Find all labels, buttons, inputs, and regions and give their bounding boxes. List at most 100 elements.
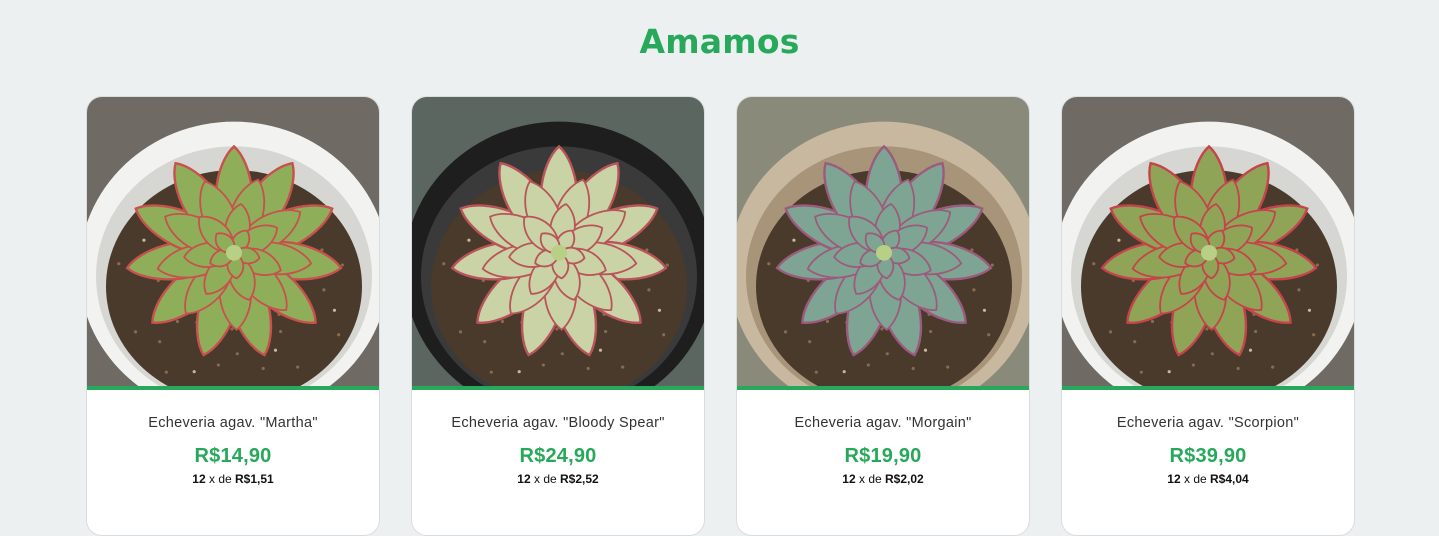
soil-grain [1315,263,1319,267]
installment-info: 12 x de R$1,51 [87,472,379,486]
soil-grain [866,363,870,367]
succulent-photo [1062,97,1354,386]
soil-grain [647,288,651,292]
soil-grain [1271,365,1275,369]
soil-grain [1167,370,1171,374]
soil-grain [517,370,521,374]
soil-grain [337,333,341,337]
product-card[interactable]: Echeveria agav. "Morgain" R$19,90 12 x d… [736,96,1030,536]
product-card[interactable]: Echeveria agav. "Martha" R$14,90 12 x de… [86,96,380,536]
soil-grain [1312,333,1316,337]
soil-grain [825,319,830,324]
soil-grain [1307,308,1312,312]
soil-grain [665,263,669,267]
soil-grain [990,263,994,267]
soil-grain [767,262,771,266]
product-image[interactable] [737,97,1029,390]
soil-grain [164,370,168,374]
soil-grain [1150,319,1155,324]
installment-info: 12 x de R$2,52 [412,472,704,486]
product-grid: Echeveria agav. "Martha" R$14,90 12 x de… [86,96,1355,536]
photo-layers [412,97,704,386]
soil-grain [657,308,662,312]
installment-value: R$4,04 [1210,472,1249,486]
soil-grain [296,365,300,369]
soil-grain [1133,340,1137,344]
soil-grain [1191,363,1195,367]
soil-grain [158,340,162,344]
soil-grain [982,308,987,312]
soil-grain [783,330,788,334]
soil-grain [142,238,146,242]
soil-grain [929,329,933,334]
product-price: R$19,90 [844,445,922,467]
rosette-center [226,244,242,261]
installment-info: 12 x de R$4,04 [1062,472,1354,486]
installment-count: 12 [192,472,206,486]
product-card[interactable]: Echeveria agav. "Bloody Spear" R$24,90 1… [411,96,705,536]
soil-grain [467,238,471,242]
soil-grain [987,333,991,337]
soil-grain [792,238,796,242]
soil-grain [322,288,326,292]
soil-grain [500,319,505,324]
soil-grain [489,370,493,374]
soil-grain [1254,329,1258,334]
product-image[interactable] [87,97,379,390]
product-card[interactable]: Echeveria agav. "Scorpion" R$39,90 12 x … [1061,96,1355,536]
soil-grain [483,340,487,344]
product-image[interactable] [412,97,704,390]
soil-grain [1210,352,1214,356]
soil-grain [923,348,928,352]
succulent-photo [412,97,704,386]
rosette-center [1201,244,1217,261]
photo-layers [87,97,379,386]
soil-grain [273,348,278,352]
soil-grain [175,319,180,324]
soil-grain [541,363,545,367]
installment-value: R$2,02 [885,472,924,486]
soil-grain [885,352,889,356]
soil-grain [442,262,446,266]
soil-grain [235,352,239,356]
soil-grain [808,340,812,344]
installment-connector: x de [208,472,232,486]
rosette-center [876,244,892,261]
product-price: R$24,90 [519,445,597,467]
photo-layers [737,97,1029,386]
soil-grain [946,365,950,369]
installment-value: R$1,51 [235,472,274,486]
installment-connector: x de [533,472,557,486]
soil-grain [340,263,344,267]
soil-grain [332,308,337,312]
soil-grain [662,333,666,337]
installment-connector: x de [858,472,882,486]
soil-grain [1297,288,1301,292]
installment-count: 12 [517,472,531,486]
product-name[interactable]: Echeveria agav. "Bloody Spear" [412,415,704,431]
soil-grain [560,352,564,356]
soil-grain [911,366,915,371]
soil-grain [842,370,846,374]
soil-grain [1108,330,1113,334]
photo-layers [1062,97,1354,386]
rosette-center [551,244,567,261]
soil-grain [586,366,590,371]
soil-grain [621,365,625,369]
soil-grain [604,329,608,334]
soil-grain [1139,370,1143,374]
soil-grain [458,330,463,334]
soil-grain [192,370,196,374]
product-name[interactable]: Echeveria agav. "Morgain" [737,415,1029,431]
soil-grain [1248,348,1253,352]
soil-grain [972,288,976,292]
installment-count: 12 [842,472,856,486]
installment-value: R$2,52 [560,472,599,486]
soil-grain [814,370,818,374]
installment-info: 12 x de R$2,02 [737,472,1029,486]
product-name[interactable]: Echeveria agav. "Scorpion" [1062,415,1354,431]
product-image[interactable] [1062,97,1354,390]
product-name[interactable]: Echeveria agav. "Martha" [87,415,379,431]
soil-grain [279,329,283,334]
soil-grain [1236,366,1240,371]
